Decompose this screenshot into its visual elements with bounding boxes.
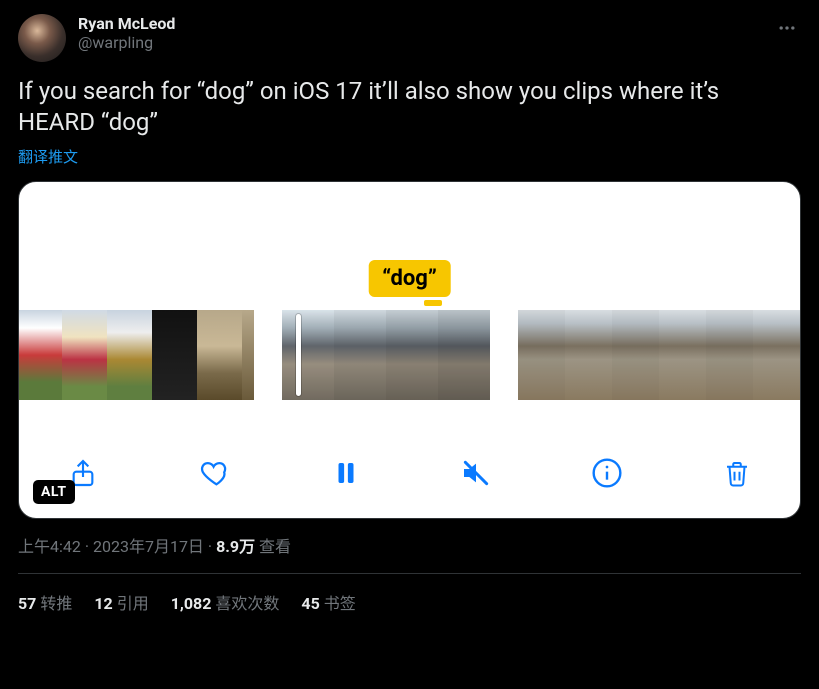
alt-badge[interactable]: ALT [33, 480, 75, 504]
likes-count: 1,082 [171, 594, 212, 613]
clip-thumbnail[interactable] [753, 310, 800, 400]
more-icon [777, 18, 797, 38]
bookmarks-stat[interactable]: 45 书签 [301, 590, 355, 614]
clip-thumbnail[interactable] [107, 310, 152, 400]
info-icon [591, 457, 623, 489]
clip-thumbnail[interactable] [659, 310, 706, 400]
media-attachment[interactable]: “dog” [18, 181, 801, 519]
clip-thumbnail[interactable] [438, 310, 490, 400]
clip-thumbnail[interactable] [518, 310, 565, 400]
clip-thumbnail[interactable] [197, 310, 242, 400]
search-term-bubble: “dog” [368, 260, 451, 297]
retweets-count: 57 [18, 594, 36, 613]
clip-group-3[interactable] [518, 310, 800, 400]
tweet-date: 2023年7月17日 [93, 537, 204, 556]
tweet-text: If you search for “dog” on iOS 17 it’ll … [18, 76, 801, 138]
author-display-name: Ryan McLeod [78, 14, 761, 33]
media-controls [19, 446, 800, 500]
clip-thumbnail[interactable] [242, 310, 254, 400]
views-label: 查看 [255, 537, 291, 556]
tweet-time: 上午4:42 [18, 537, 81, 556]
clip-thumbnail[interactable] [334, 310, 386, 400]
bookmarks-count: 45 [301, 594, 319, 613]
retweets-stat[interactable]: 57转推 [18, 590, 72, 614]
playhead-marker [424, 300, 442, 306]
engagement-stats: 57转推 12 引用 1,082喜欢次数 45 书签 [18, 574, 801, 614]
quotes-count: 12 [94, 594, 112, 613]
clip-group-1[interactable] [18, 310, 254, 400]
quotes-label: 引用 [117, 594, 149, 613]
views-count: 8.9万 [216, 537, 255, 556]
clip-thumbnail[interactable] [706, 310, 753, 400]
more-button[interactable] [773, 14, 801, 42]
info-button[interactable] [585, 451, 629, 495]
author-handle: @warpling [78, 33, 761, 52]
tweet-meta[interactable]: 上午4:42 2023年7月17日 8.9万 查看 [18, 533, 801, 557]
video-timeline[interactable] [19, 310, 800, 400]
clip-thumbnail[interactable] [62, 310, 107, 400]
avatar[interactable] [18, 14, 66, 62]
playhead[interactable] [296, 314, 301, 396]
mute-icon [460, 457, 492, 489]
bookmarks-label: 书签 [324, 594, 356, 613]
clip-thumbnail[interactable] [386, 310, 438, 400]
mute-button[interactable] [454, 451, 498, 495]
trash-icon [722, 457, 752, 489]
like-button[interactable] [192, 450, 238, 496]
pause-icon [331, 458, 361, 488]
tweet-header: Ryan McLeod @warpling [18, 14, 801, 62]
tweet-container: Ryan McLeod @warpling If you search for … [0, 0, 819, 624]
clip-thumbnail[interactable] [282, 310, 334, 400]
pause-button[interactable] [325, 452, 367, 494]
clip-thumbnail[interactable] [152, 310, 197, 400]
clip-group-2-active[interactable] [282, 310, 490, 400]
quotes-stat[interactable]: 12 引用 [94, 590, 148, 614]
likes-label: 喜欢次数 [215, 594, 279, 613]
retweets-label: 转推 [40, 594, 72, 613]
clip-thumbnail[interactable] [18, 310, 62, 400]
heart-icon [198, 456, 232, 490]
author-names[interactable]: Ryan McLeod @warpling [78, 14, 761, 52]
clip-thumbnail[interactable] [565, 310, 612, 400]
delete-button[interactable] [716, 451, 758, 495]
translate-link[interactable]: 翻译推文 [18, 146, 78, 167]
clip-thumbnail[interactable] [612, 310, 659, 400]
likes-stat[interactable]: 1,082喜欢次数 [171, 590, 280, 614]
